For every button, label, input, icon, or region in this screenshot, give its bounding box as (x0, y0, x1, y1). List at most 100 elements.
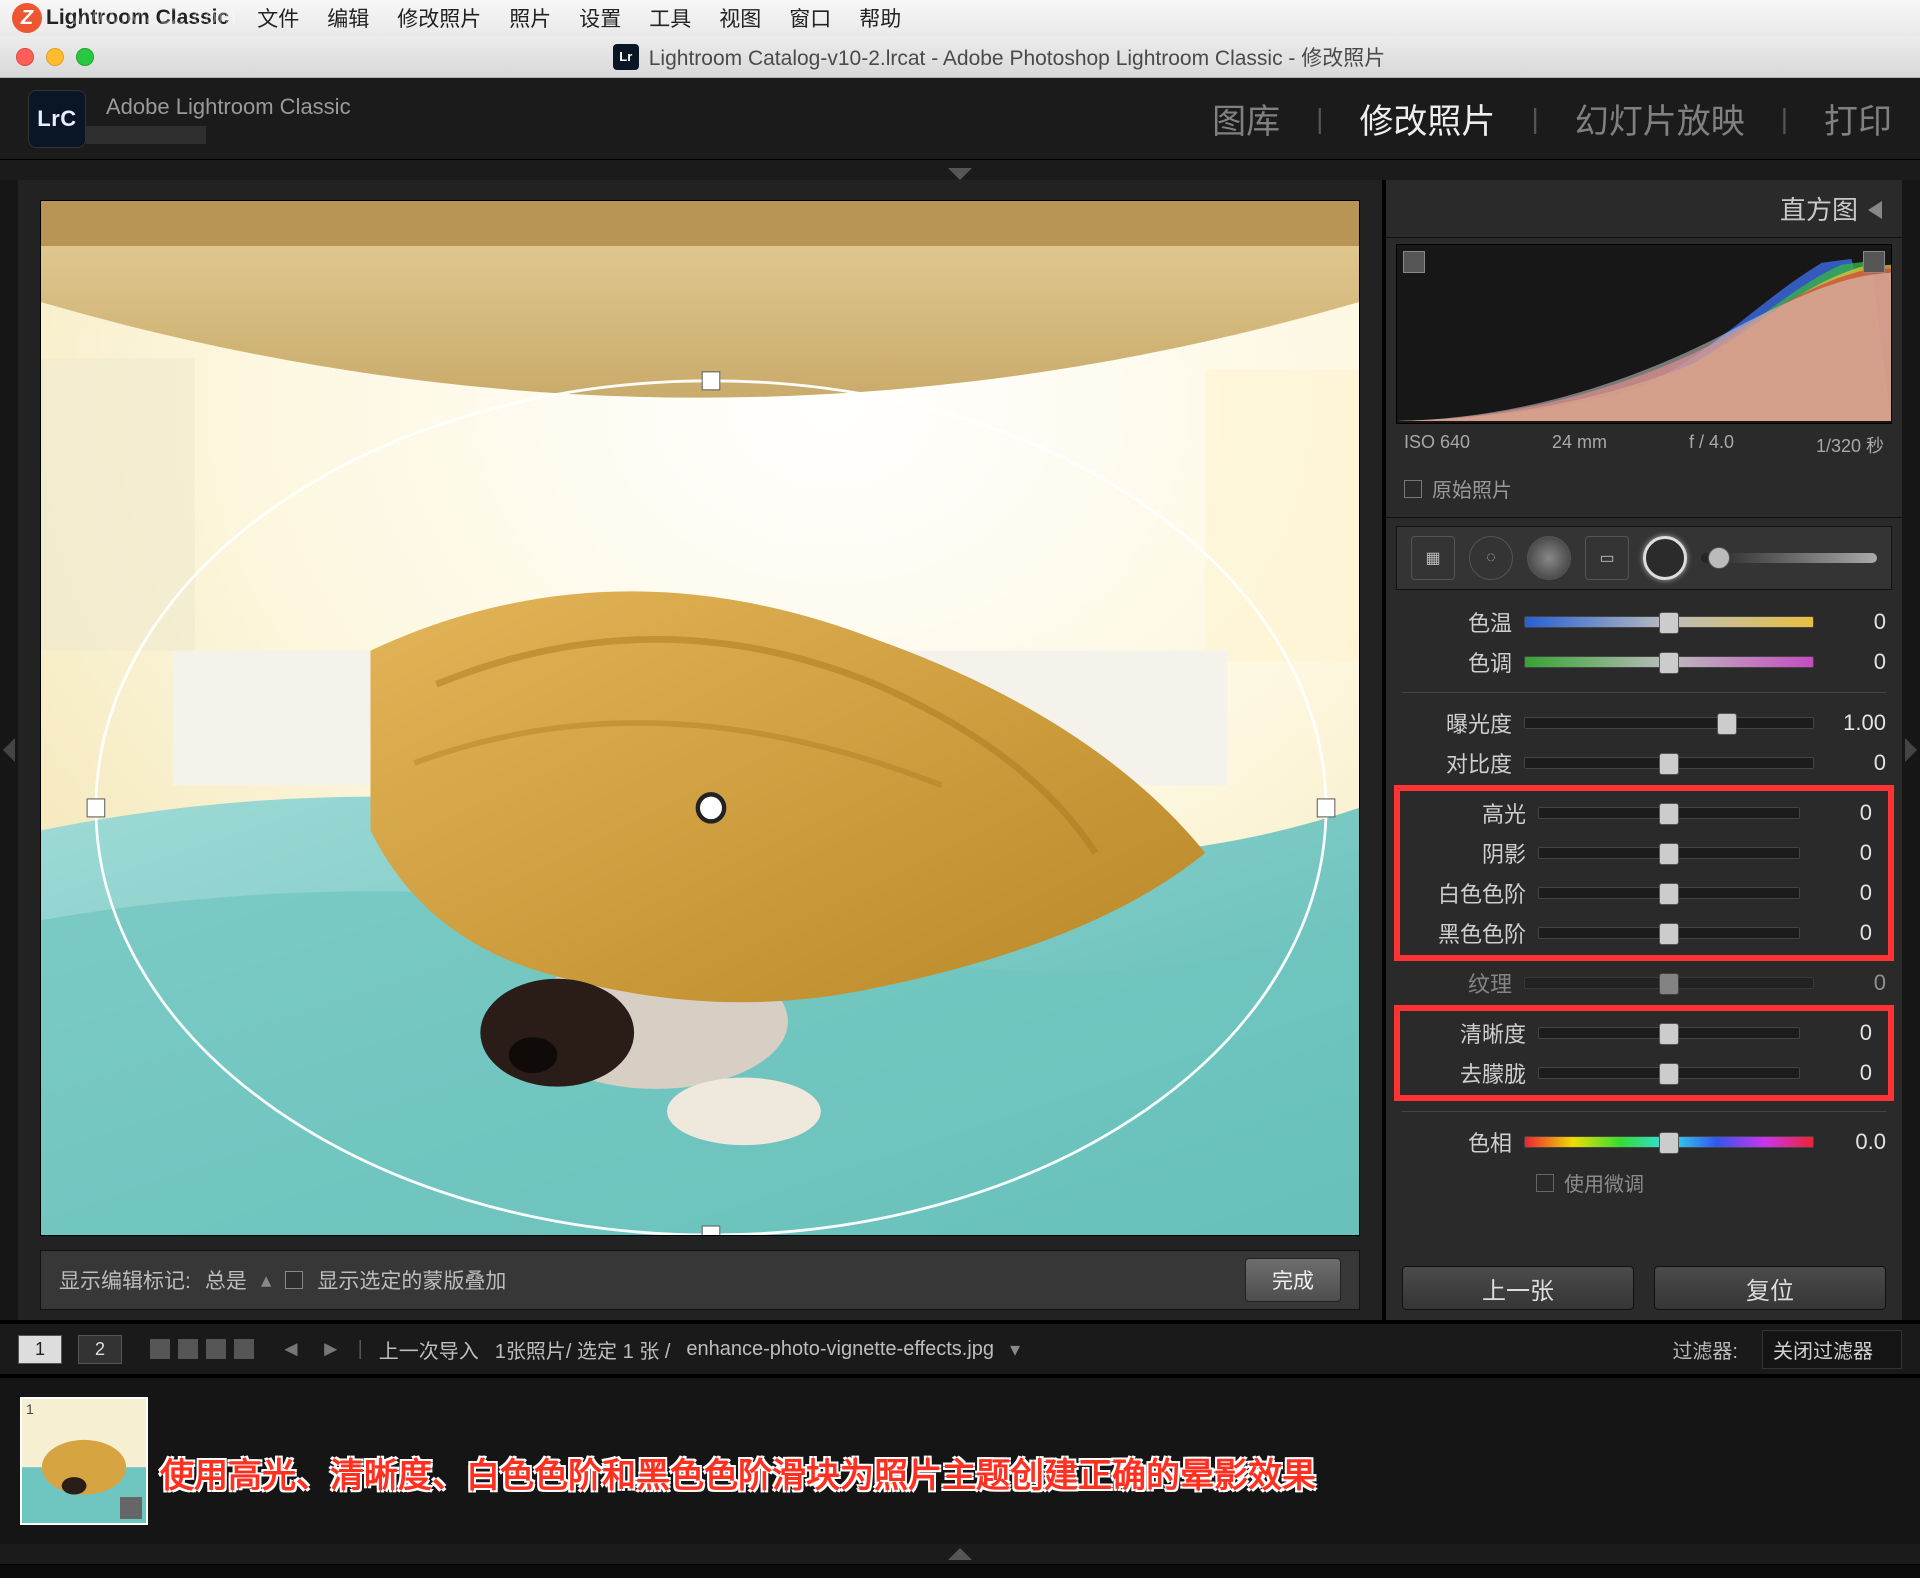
slider-value[interactable]: 0 (1812, 840, 1872, 866)
original-checkbox[interactable] (1404, 480, 1422, 498)
slider-knob[interactable] (1659, 652, 1679, 674)
slider-exposure[interactable]: 曝光度 1.00 (1386, 703, 1902, 743)
slider-knob[interactable] (1659, 883, 1679, 905)
histogram-label: 直方图 (1780, 195, 1858, 225)
slider-value[interactable]: 0 (1812, 1020, 1872, 1046)
highlight-box-tone: 高光 0 阴影 0 白色色阶 0 黑色色阶 (1394, 785, 1894, 961)
menu-settings[interactable]: 设置 (579, 3, 621, 33)
slider-clarity[interactable]: 清晰度 0 (1400, 1013, 1888, 1053)
menu-view[interactable]: 视图 (719, 3, 761, 33)
slider-knob[interactable] (1659, 1132, 1679, 1154)
spot-tool-icon[interactable]: ◌ (1469, 536, 1513, 580)
slider-shadows[interactable]: 阴影 0 (1400, 833, 1888, 873)
gradient-tool-icon[interactable]: ▭ (1585, 536, 1629, 580)
panel-action-row: 上一张 复位 (1386, 1256, 1902, 1320)
module-print[interactable]: 打印 (1824, 94, 1892, 143)
redeye-tool-icon[interactable] (1527, 536, 1571, 580)
slider-contrast[interactable]: 对比度 0 (1386, 743, 1902, 783)
show-overlay-label: 显示选定的蒙版叠加 (317, 1265, 506, 1295)
menu-help[interactable]: 帮助 (859, 3, 901, 33)
amount-knob[interactable] (1708, 547, 1730, 569)
clip-highlight-icon[interactable] (1863, 251, 1885, 273)
slider-value[interactable]: 0 (1812, 880, 1872, 906)
window-close-button[interactable] (16, 48, 34, 66)
amount-slider[interactable] (1701, 553, 1877, 563)
fine-adjust-row[interactable]: 使用微调 (1386, 1162, 1902, 1197)
filmstrip-collapse-icon[interactable] (948, 1548, 972, 1560)
slider-texture[interactable]: 纹理 0 (1386, 963, 1902, 1003)
slider-whites[interactable]: 白色色阶 0 (1400, 873, 1888, 913)
slider-value[interactable]: 0 (1826, 970, 1886, 996)
menu-develop[interactable]: 修改照片 (397, 3, 481, 33)
clip-shadow-icon[interactable] (1403, 251, 1425, 273)
mac-menubar: Z Lightroom Classic 文件 编辑 修改照片 照片 设置 工具 … (0, 0, 1920, 36)
radial-tool-icon[interactable] (1643, 536, 1687, 580)
grid-view-icons[interactable] (150, 1339, 254, 1359)
crop-tool-icon[interactable]: ▦ (1411, 536, 1455, 580)
photo-canvas[interactable] (40, 200, 1360, 1236)
slider-temp[interactable]: 色温 0 (1386, 602, 1902, 642)
slider-value[interactable]: 0 (1812, 800, 1872, 826)
slider-value[interactable]: 1.00 (1826, 710, 1886, 736)
reset-button[interactable]: 复位 (1654, 1266, 1886, 1310)
slider-knob[interactable] (1659, 973, 1679, 995)
filmstrip[interactable]: 1 使用高光、清晰度、白色色阶和黑色色阶滑块为照片主题创建正确的晕影效果 (0, 1374, 1920, 1544)
window-minimize-button[interactable] (46, 48, 64, 66)
path-prefix[interactable]: 上一次导入 (379, 1335, 479, 1364)
slider-label: 色温 (1402, 606, 1512, 638)
slider-value[interactable]: 0 (1826, 750, 1886, 776)
fine-adjust-checkbox[interactable] (1536, 1174, 1554, 1192)
filter-select[interactable]: 关闭过滤器 (1762, 1330, 1902, 1369)
slider-knob[interactable] (1659, 612, 1679, 634)
module-slideshow[interactable]: 幻灯片放映 (1575, 94, 1745, 143)
menu-app[interactable]: Lightroom Classic (46, 6, 229, 30)
secondary-display-1[interactable]: 1 (18, 1335, 62, 1364)
slider-value[interactable]: 0 (1812, 920, 1872, 946)
slider-value[interactable]: 0 (1826, 609, 1886, 635)
slider-label: 阴影 (1416, 837, 1526, 869)
edit-marks-value[interactable]: 总是 (205, 1265, 247, 1295)
identity-row: LrC Adobe Lightroom Classic 图库| 修改照片| 幻灯… (0, 78, 1920, 160)
path-filename: enhance-photo-vignette-effects.jpg (686, 1338, 994, 1361)
module-develop[interactable]: 修改照片 (1359, 94, 1495, 143)
slider-value[interactable]: 0 (1826, 649, 1886, 675)
histogram[interactable] (1396, 244, 1892, 424)
top-panel-collapse-icon[interactable] (948, 168, 972, 180)
slider-knob[interactable] (1717, 713, 1737, 735)
nav-prev-icon[interactable]: ◄ (280, 1336, 302, 1362)
module-library[interactable]: 图库 (1212, 94, 1280, 143)
photo-image (41, 201, 1359, 1235)
slider-knob[interactable] (1659, 1023, 1679, 1045)
chevron-left-icon (1905, 738, 1917, 762)
nav-next-icon[interactable]: ► (320, 1336, 342, 1362)
filmstrip-thumb[interactable]: 1 (20, 1397, 148, 1525)
slider-knob[interactable] (1659, 923, 1679, 945)
window-zoom-button[interactable] (76, 48, 94, 66)
menu-photo[interactable]: 照片 (509, 3, 551, 33)
slider-knob[interactable] (1659, 843, 1679, 865)
slider-highlights[interactable]: 高光 0 (1400, 793, 1888, 833)
menu-file[interactable]: 文件 (257, 3, 299, 33)
menu-edit[interactable]: 编辑 (327, 3, 369, 33)
left-panel-collapsed[interactable] (0, 180, 18, 1320)
right-rail-collapse[interactable] (1902, 180, 1920, 1320)
show-overlay-checkbox[interactable] (285, 1271, 303, 1289)
secondary-display-2[interactable]: 2 (78, 1335, 122, 1364)
prev-button[interactable]: 上一张 (1402, 1266, 1634, 1310)
slider-dehaze[interactable]: 去朦胧 0 (1400, 1053, 1888, 1093)
slider-value[interactable]: 0 (1812, 1060, 1872, 1086)
slider-hue[interactable]: 色相 0.0 (1386, 1122, 1902, 1162)
slider-knob[interactable] (1659, 753, 1679, 775)
original-photo-row[interactable]: 原始照片 (1386, 466, 1902, 518)
histogram-header[interactable]: 直方图 (1386, 180, 1902, 238)
slider-value[interactable]: 0.0 (1826, 1129, 1886, 1155)
slider-tint[interactable]: 色调 0 (1386, 642, 1902, 682)
slider-knob[interactable] (1659, 803, 1679, 825)
fine-adjust-label: 使用微调 (1564, 1168, 1644, 1197)
done-button[interactable]: 完成 (1245, 1258, 1341, 1302)
slider-blacks[interactable]: 黑色色阶 0 (1400, 913, 1888, 953)
menu-window[interactable]: 窗口 (789, 3, 831, 33)
menu-tools[interactable]: 工具 (649, 3, 691, 33)
slider-knob[interactable] (1659, 1063, 1679, 1085)
traffic-lights (16, 48, 94, 66)
